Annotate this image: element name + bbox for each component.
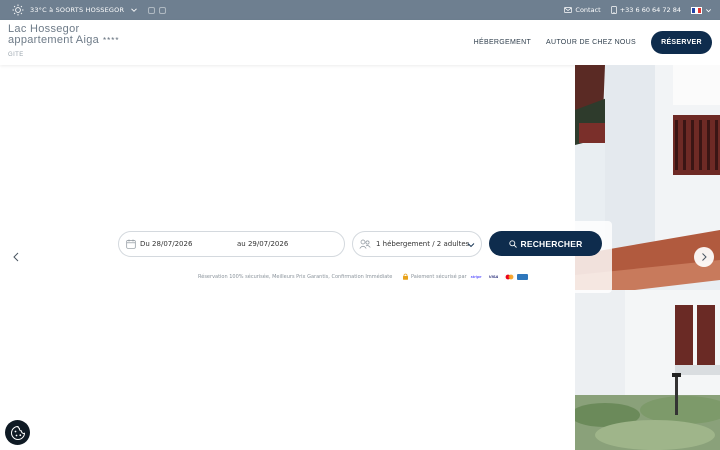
- french-flag-icon: [691, 6, 702, 14]
- main-nav: HÉBERGEMENT AUTOUR DE CHEZ NOUS RÉSERVER: [474, 31, 712, 54]
- amex-logo: [516, 273, 528, 280]
- social-links: [148, 6, 167, 14]
- contact-label: Contact: [575, 6, 601, 14]
- guarantee-text: Réservation 100% sécurisée, Meilleurs Pr…: [198, 274, 393, 280]
- phone-icon: [610, 6, 617, 14]
- people-icon: [359, 239, 371, 249]
- visa-logo: VISA: [485, 273, 502, 280]
- date-to[interactable]: au 29/07/2026: [237, 240, 288, 248]
- search-button[interactable]: RECHERCHER: [489, 231, 602, 256]
- phone-link[interactable]: +33 6 60 64 72 84: [610, 6, 681, 14]
- stripe-logo: stripe: [468, 273, 484, 280]
- reserve-button[interactable]: RÉSERVER: [651, 31, 712, 54]
- brand-category: GITE: [8, 52, 24, 58]
- date-range-picker[interactable]: Du 28/07/2026 au 29/07/2026: [118, 231, 345, 257]
- mastercard-logo: [503, 273, 515, 280]
- guest-summary: 1 hébergement / 2 adultes: [376, 240, 470, 248]
- top-right-links: Contact +33 6 60 64 72 84: [564, 0, 712, 20]
- lock-icon: [403, 273, 408, 280]
- carousel-prev-arrow[interactable]: [10, 251, 22, 263]
- phone-number: +33 6 60 64 72 84: [619, 6, 681, 14]
- nav-hebergement[interactable]: HÉBERGEMENT: [474, 39, 531, 46]
- chevron-down-icon: [706, 8, 711, 12]
- brand-logo[interactable]: Lac Hossegor appartement Aiga **** GITE: [8, 24, 119, 61]
- mail-icon: [564, 7, 573, 13]
- date-from[interactable]: Du 28/07/2026: [140, 240, 192, 248]
- guest-selector[interactable]: 1 hébergement / 2 adultes: [352, 231, 482, 257]
- search-icon: [508, 239, 517, 248]
- main-header: Lac Hossegor appartement Aiga **** GITE H…: [0, 20, 720, 65]
- contact-link[interactable]: Contact: [564, 6, 601, 14]
- sun-icon: [12, 4, 24, 16]
- cookie-settings-button[interactable]: [5, 420, 30, 445]
- secure-payment: Paiement sécurisé par stripe VISA: [402, 273, 528, 280]
- search-label: RECHERCHER: [520, 238, 583, 249]
- weather-text: 33°C à SOORTS HOSSEGOR: [30, 6, 125, 14]
- nav-autour[interactable]: AUTOUR DE CHEZ NOUS: [546, 39, 636, 46]
- chevron-right-icon: [702, 253, 707, 261]
- carousel-next-button[interactable]: [694, 247, 714, 267]
- chevron-down-icon: [131, 8, 137, 12]
- brand-title-line2: appartement Aiga ****: [8, 33, 120, 46]
- instagram-icon[interactable]: [159, 6, 167, 14]
- facebook-icon[interactable]: [148, 6, 156, 14]
- language-selector[interactable]: [691, 6, 712, 14]
- rating-stars: ****: [103, 35, 120, 45]
- calendar-icon: [126, 239, 136, 249]
- secure-label: Paiement sécurisé par: [411, 273, 467, 280]
- chevron-down-icon: [467, 243, 475, 248]
- top-bar: 33°C à SOORTS HOSSEGOR Contact +33 6 60 …: [0, 0, 720, 20]
- cookie-icon: [10, 425, 25, 440]
- weather-widget[interactable]: 33°C à SOORTS HOSSEGOR: [0, 4, 138, 16]
